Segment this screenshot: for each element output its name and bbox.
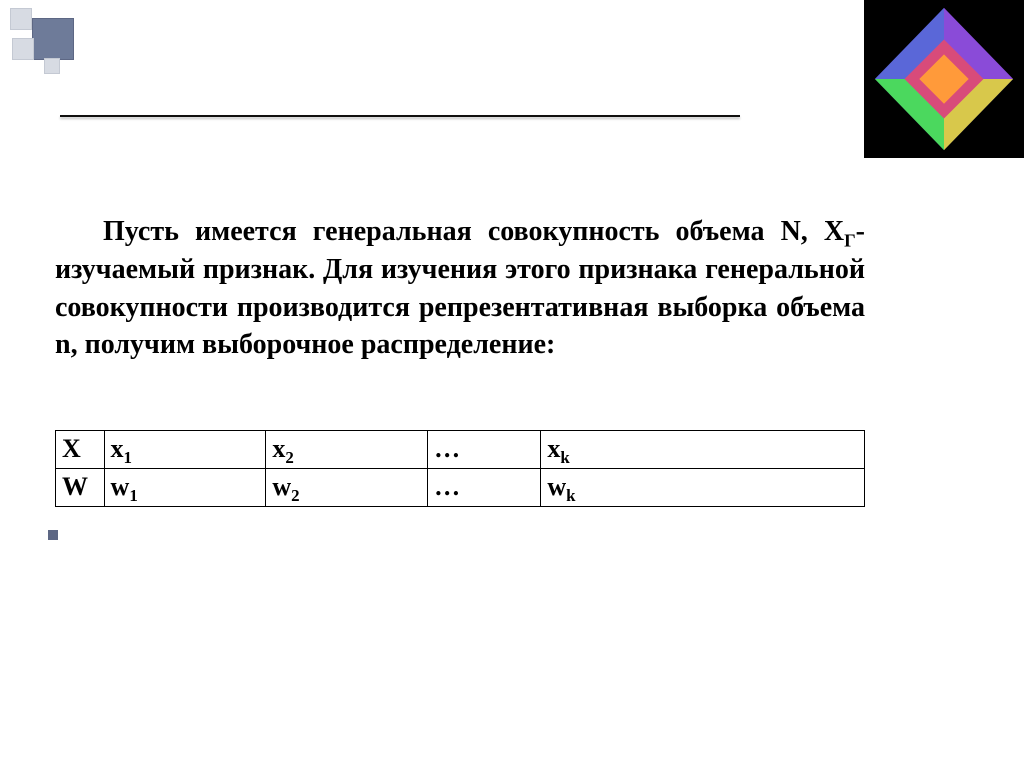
cell-text: x bbox=[547, 434, 560, 463]
cell-sub: 2 bbox=[291, 486, 299, 505]
body-paragraph: Пусть имеется генеральная совокупность о… bbox=[55, 213, 865, 364]
table-cell: x2 bbox=[266, 431, 428, 469]
paragraph-text: Пусть имеется генеральная совокупность о… bbox=[103, 216, 844, 247]
paragraph-subscript: Г bbox=[844, 231, 856, 251]
cell-text: … bbox=[434, 472, 460, 501]
cell-sub: k bbox=[566, 486, 575, 505]
cell-text: w bbox=[111, 472, 130, 501]
fractal-image bbox=[864, 0, 1024, 158]
table-cell: xk bbox=[541, 431, 865, 469]
cell-text: X bbox=[62, 434, 81, 463]
horizontal-rule bbox=[60, 115, 740, 117]
cell-text: … bbox=[434, 434, 460, 463]
table-cell: W bbox=[56, 469, 105, 507]
table-row: W w1 w2 … wk bbox=[56, 469, 865, 507]
cell-sub: 2 bbox=[285, 448, 293, 467]
square-icon bbox=[10, 8, 32, 30]
cell-sub: k bbox=[560, 448, 569, 467]
cell-text: w bbox=[272, 472, 291, 501]
bullet-icon bbox=[48, 530, 58, 540]
distribution-table: X x1 x2 … xk W w1 w2 … wk bbox=[55, 430, 865, 507]
cell-sub: 1 bbox=[124, 448, 132, 467]
cell-text: W bbox=[62, 472, 88, 501]
square-icon bbox=[44, 58, 60, 74]
table-cell: X bbox=[56, 431, 105, 469]
cell-text: w bbox=[547, 472, 566, 501]
table-cell: x1 bbox=[104, 431, 266, 469]
cell-text: x bbox=[111, 434, 124, 463]
cell-text: x bbox=[272, 434, 285, 463]
table-cell: wk bbox=[541, 469, 865, 507]
cell-sub: 1 bbox=[129, 486, 137, 505]
table-row: X x1 x2 … xk bbox=[56, 431, 865, 469]
slide: Пусть имеется генеральная совокупность о… bbox=[0, 0, 1024, 767]
square-icon bbox=[12, 38, 34, 60]
table-cell: w2 bbox=[266, 469, 428, 507]
table-cell: … bbox=[428, 431, 541, 469]
table-cell: … bbox=[428, 469, 541, 507]
corner-decoration bbox=[10, 8, 90, 68]
table-cell: w1 bbox=[104, 469, 266, 507]
square-icon bbox=[32, 18, 74, 60]
